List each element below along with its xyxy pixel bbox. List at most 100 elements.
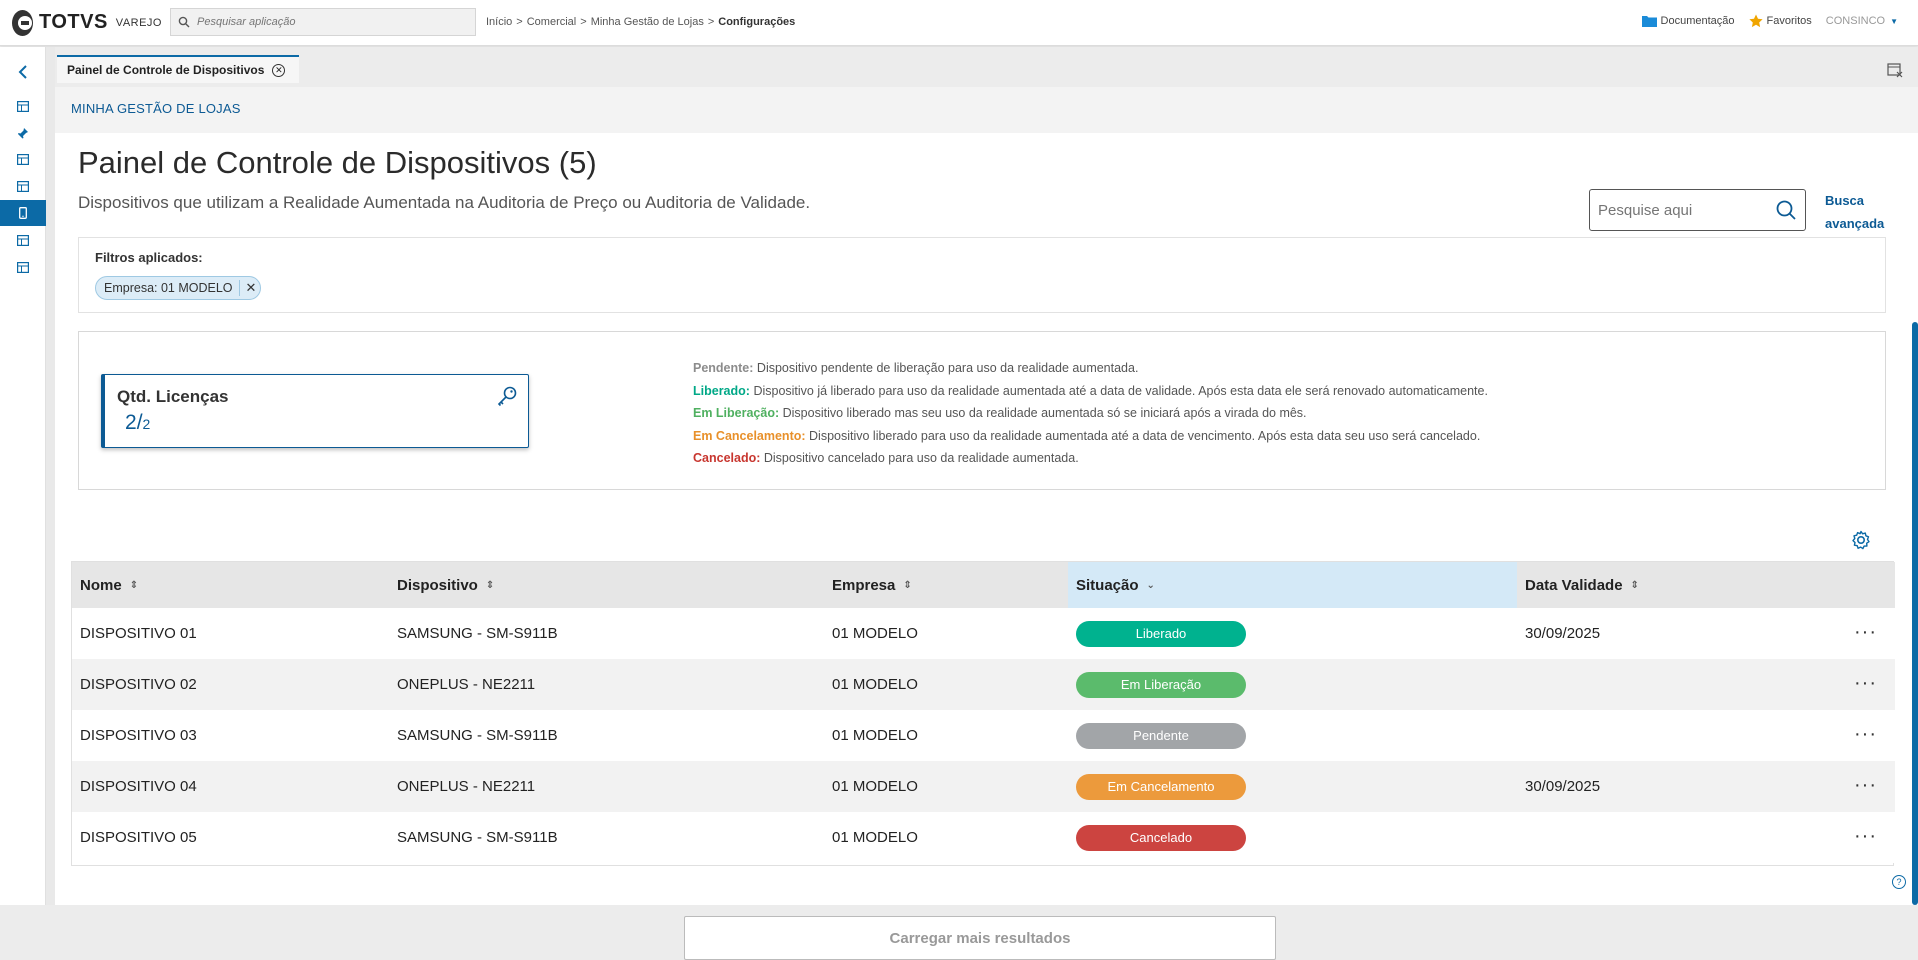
quick-search[interactable] xyxy=(1589,189,1806,231)
tab-painel-dispositivos[interactable]: Painel de Controle de Dispositivos ✕ xyxy=(57,55,300,83)
legend-key: Liberado: xyxy=(693,383,750,398)
column-label: Empresa xyxy=(832,576,896,594)
breadcrumb-current: Configurações xyxy=(718,16,796,28)
cell-nome: DISPOSITIVO 04 xyxy=(80,778,197,795)
remove-filter-icon[interactable]: ✕ xyxy=(238,280,256,296)
totvs-logo-icon xyxy=(12,9,33,36)
cell-dispositivo: SAMSUNG - SM-S911B xyxy=(397,625,558,642)
advanced-search-line2: avançada xyxy=(1825,216,1885,231)
table-header: Nome ⇕ Dispositivo ⇕ Empresa ⇕ Situação ⌄ Da… xyxy=(72,562,1895,608)
column-header-empresa[interactable]: Empresa ⇕ xyxy=(824,562,1068,608)
cell-nome: DISPOSITIVO 01 xyxy=(80,625,197,642)
cell-data-validade xyxy=(1517,659,1525,710)
status-badge: Em Cancelamento xyxy=(1076,773,1246,800)
cell-data-validade xyxy=(1517,710,1525,761)
totvs-logo[interactable]: TOTVS VAREJO xyxy=(12,9,162,36)
sort-icon: ⇕ xyxy=(485,579,495,591)
sidebar-item-devices[interactable] xyxy=(0,200,46,226)
filters-label: Filtros aplicados: xyxy=(95,250,203,265)
column-label: Nome xyxy=(80,576,122,594)
legend-key: Em Cancelamento: xyxy=(693,428,806,443)
table-row[interactable]: DISPOSITIVO 03 SAMSUNG - SM-S911B 01 MOD… xyxy=(72,710,1895,761)
column-header-nome[interactable]: Nome ⇕ xyxy=(72,562,389,608)
row-actions-more-icon[interactable]: ··· xyxy=(1854,673,1877,693)
cell-dispositivo: ONEPLUS - NE2211 xyxy=(397,676,536,693)
advanced-search-link[interactable]: Busca avançada xyxy=(1825,189,1905,235)
sort-icon: ⇕ xyxy=(129,579,139,591)
cell-data-validade xyxy=(1517,812,1525,863)
sidebar-item-2[interactable] xyxy=(0,120,46,146)
chevron-down-icon: ▼ xyxy=(1890,16,1898,26)
documentation-link[interactable]: Documentação xyxy=(1641,15,1735,27)
user-menu[interactable]: CONSINCO ▼ xyxy=(1826,15,1898,27)
help-icon[interactable]: ? xyxy=(1892,875,1906,889)
license-panel: Qtd. Licenças 2/2 Pendente: Dispositivo … xyxy=(78,331,1886,490)
status-badge: Em Liberação xyxy=(1076,671,1246,698)
close-tab-icon[interactable]: ✕ xyxy=(272,63,286,77)
table-row[interactable]: DISPOSITIVO 04 ONEPLUS - NE2211 01 MODEL… xyxy=(72,761,1895,812)
breadcrumb-comercial[interactable]: Comercial xyxy=(527,16,577,28)
table-row[interactable]: DISPOSITIVO 01 SAMSUNG - SM-S911B 01 MOD… xyxy=(72,608,1895,659)
breadcrumb-inicio[interactable]: Início xyxy=(486,16,512,28)
pin-icon xyxy=(18,128,28,139)
breadcrumb-separator: > xyxy=(580,16,587,28)
sidebar-item-7[interactable] xyxy=(0,254,46,280)
collapse-sidebar-button[interactable] xyxy=(0,59,46,85)
breadcrumb-separator: > xyxy=(516,16,523,28)
table-icon xyxy=(17,100,29,112)
user-name: CONSINCO xyxy=(1825,15,1886,27)
sidebar-item-1[interactable] xyxy=(0,93,46,119)
filter-chip: Empresa: 01 MODELO ✕ xyxy=(95,276,262,300)
column-label: Situação xyxy=(1076,576,1139,594)
search-icon xyxy=(171,16,197,28)
column-label: Dispositivo xyxy=(397,576,478,594)
favorites-link[interactable]: Favoritos xyxy=(1748,14,1812,28)
cell-dispositivo: SAMSUNG - SM-S911B xyxy=(397,727,558,744)
app-search[interactable] xyxy=(170,8,476,36)
column-header-situacao[interactable]: Situação ⌄ xyxy=(1068,562,1517,608)
load-more-button[interactable]: Carregar mais resultados xyxy=(684,916,1276,960)
row-actions-more-icon[interactable]: ··· xyxy=(1854,724,1877,744)
table-row[interactable]: DISPOSITIVO 02 ONEPLUS - NE2211 01 MODEL… xyxy=(72,659,1895,710)
tab-menu-icon[interactable] xyxy=(1886,61,1904,79)
column-header-dispositivo[interactable]: Dispositivo ⇕ xyxy=(389,562,824,608)
cell-nome: DISPOSITIVO 03 xyxy=(80,727,197,744)
applied-filters: Filtros aplicados: Empresa: 01 MODELO ✕ xyxy=(78,237,1886,313)
quick-search-input[interactable] xyxy=(1590,201,1770,219)
star-icon xyxy=(1748,14,1763,28)
table-icon xyxy=(17,234,29,246)
sidebar-item-6[interactable] xyxy=(0,227,46,253)
column-header-data-validade[interactable]: Data Validade ⇕ xyxy=(1517,562,1895,608)
cell-empresa: 01 MODELO xyxy=(832,727,918,744)
breadcrumb-minha-gestao[interactable]: Minha Gestão de Lojas xyxy=(591,16,704,28)
cell-empresa: 01 MODELO xyxy=(832,829,918,846)
legend-text: Dispositivo liberado mas seu uso da real… xyxy=(782,406,1307,420)
status-badge: Cancelado xyxy=(1076,824,1246,851)
status-legend: Pendente: Dispositivo pendente de libera… xyxy=(693,357,1488,470)
row-actions-more-icon[interactable]: ··· xyxy=(1854,622,1877,642)
license-count: 2/2 xyxy=(125,411,150,435)
brand-sub: VAREJO xyxy=(115,16,162,29)
sidebar-item-3[interactable] xyxy=(0,146,46,172)
search-icon[interactable] xyxy=(1775,199,1797,226)
advanced-search-line1: Busca xyxy=(1825,193,1865,208)
license-used: 2 xyxy=(125,411,137,434)
table-settings-gear-icon[interactable] xyxy=(1850,529,1872,556)
cell-empresa: 01 MODELO xyxy=(832,625,918,642)
mobile-phone-icon xyxy=(19,207,27,219)
app-search-input[interactable] xyxy=(197,16,467,28)
cell-dispositivo: SAMSUNG - SM-S911B xyxy=(397,829,558,846)
breadcrumb: Início > Comercial > Minha Gestão de Lojas > C… xyxy=(486,16,795,28)
legend-item-liberado: Liberado: Dispositivo já liberado para u… xyxy=(693,380,1488,403)
scrollbar[interactable] xyxy=(1912,322,1918,905)
status-badge: Liberado xyxy=(1076,620,1246,647)
row-actions-more-icon[interactable]: ··· xyxy=(1854,826,1877,846)
row-actions-more-icon[interactable]: ··· xyxy=(1854,775,1877,795)
table-row[interactable]: DISPOSITIVO 05 SAMSUNG - SM-S911B 01 MOD… xyxy=(72,812,1895,863)
favorites-label: Favoritos xyxy=(1766,15,1812,27)
page-subtitle: Dispositivos que utilizam a Realidade Au… xyxy=(78,193,811,212)
cell-data-validade: 30/09/2025 xyxy=(1525,625,1601,642)
sidebar-item-4[interactable] xyxy=(0,173,46,199)
legend-key: Cancelado: xyxy=(693,451,761,465)
legend-key: Pendente: xyxy=(693,361,754,375)
